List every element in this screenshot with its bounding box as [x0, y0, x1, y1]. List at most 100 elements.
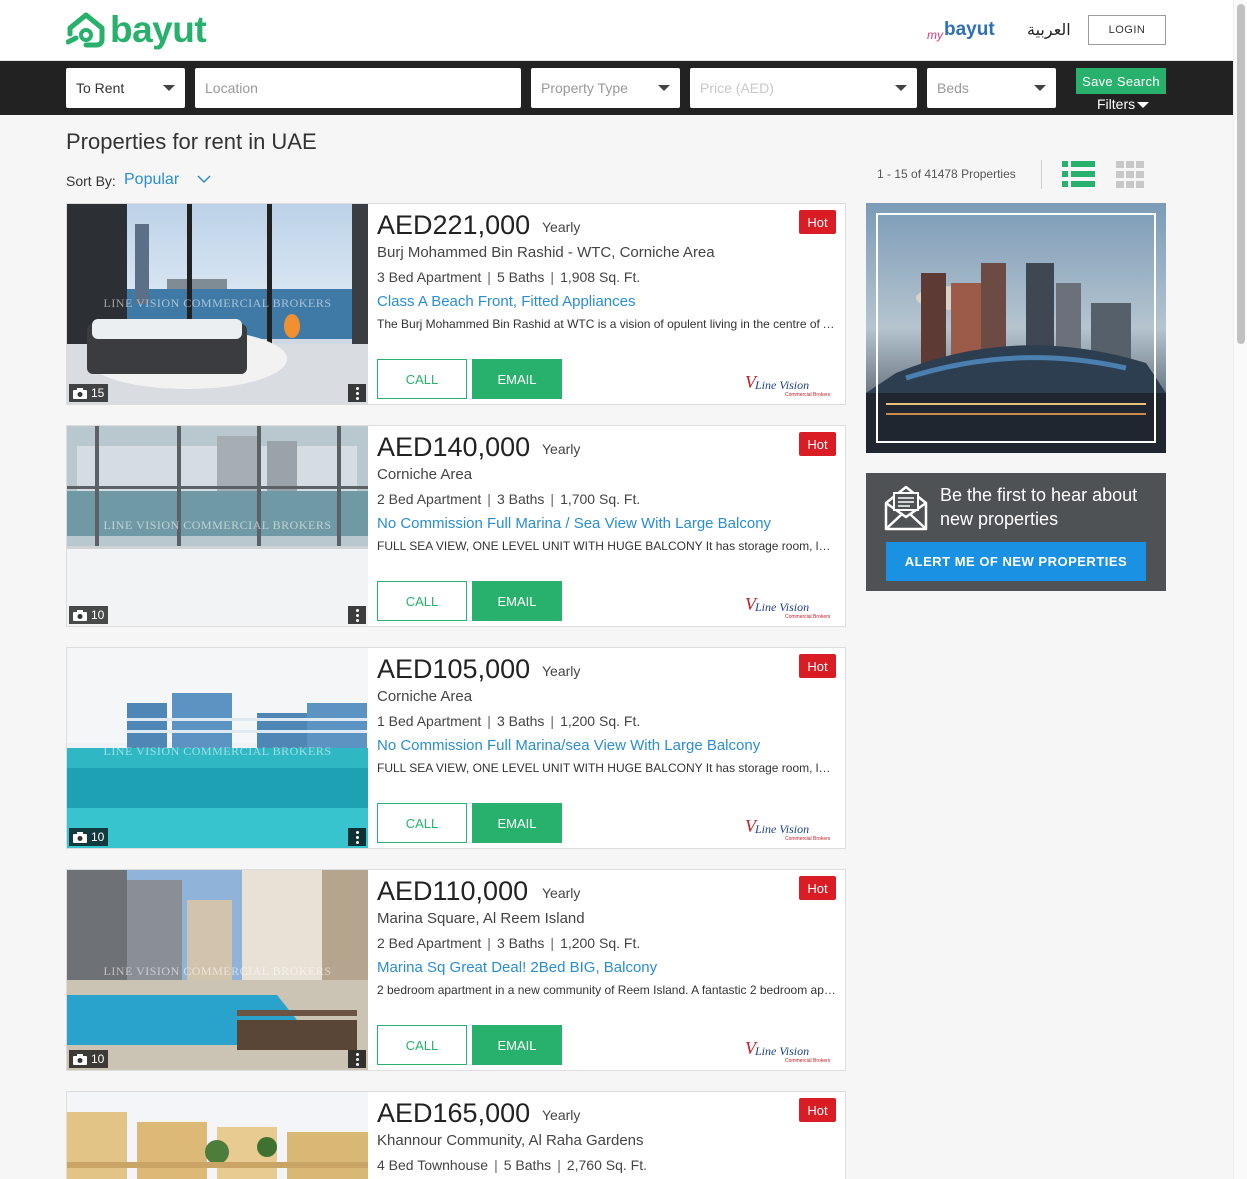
agency-name: Line Vision: [755, 378, 810, 392]
agency-sub: Commercial Brokers: [785, 614, 831, 620]
alert-me-button[interactable]: ALERT ME OF NEW PROPERTIES: [886, 542, 1146, 581]
listing-beds: 4 Bed Townhouse: [377, 1157, 489, 1173]
grid-view-icon[interactable]: [1116, 161, 1144, 188]
camera-icon: [73, 831, 87, 843]
purpose-select[interactable]: To Rent: [66, 68, 185, 108]
listing-photo[interactable]: LINE VISION COMMERCIAL BROKERS 15: [67, 204, 368, 404]
price-select[interactable]: Price (AED): [690, 68, 917, 108]
listing-area: 1,200 Sq. Ft.: [560, 713, 641, 729]
listing-headline[interactable]: No Commission Full Marina/sea View With …: [377, 737, 760, 754]
price-period: Yearly: [542, 219, 581, 235]
envelope-icon: [884, 485, 928, 531]
agency-logo[interactable]: V Line Vision Commercial Brokers: [745, 816, 837, 844]
listing-area: 1,700 Sq. Ft.: [560, 491, 641, 507]
bayut-logo[interactable]: bayut: [66, 9, 207, 50]
mybayut-link[interactable]: my bayut: [927, 18, 995, 42]
email-button[interactable]: EMAIL: [472, 581, 562, 621]
listing-card[interactable]: AED165,000 Yearly Hot Khannour Community…: [66, 1091, 846, 1179]
listing-description: FULL SEA VIEW, ONE LEVEL UNIT WITH HUGE …: [377, 539, 837, 553]
more-options-icon[interactable]: [348, 828, 366, 846]
listing-specs: 1 Bed Apartment | 3 Baths | 1,200 Sq. Ft.: [377, 713, 641, 729]
listing-price: AED105,000: [377, 654, 531, 684]
result-count: 1 - 15 of 41478 Properties: [877, 167, 1016, 181]
listing-card[interactable]: LINE VISION COMMERCIAL BROKERS 15 AED221…: [66, 203, 846, 405]
listing-beds: 1 Bed Apartment: [377, 713, 482, 729]
chevron-down-icon: [1034, 85, 1046, 91]
chevron-down-icon[interactable]: [197, 172, 211, 186]
beds-select[interactable]: Beds: [927, 68, 1056, 108]
agency-logo[interactable]: V Line Vision Commercial Brokers: [745, 1038, 837, 1066]
login-button[interactable]: LOGIN: [1088, 15, 1166, 45]
logo-text: bayut: [110, 9, 207, 50]
listing-beds: 2 Bed Apartment: [377, 491, 482, 507]
price-period: Yearly: [542, 885, 581, 901]
scrollbar-thumb[interactable]: [1237, 4, 1245, 344]
listing-card[interactable]: LINE VISION COMMERCIAL BROKERS 10 AED105…: [66, 647, 846, 849]
hot-badge: Hot: [799, 210, 836, 234]
more-options-icon[interactable]: [348, 606, 366, 624]
camera-icon: [73, 387, 87, 399]
listing-card[interactable]: LINE VISION COMMERCIAL BROKERS 10 AED110…: [66, 869, 846, 1071]
listing-price: AED140,000: [377, 432, 531, 462]
listing-area: 2,760 Sq. Ft.: [566, 1157, 647, 1173]
agency-name: Line Vision: [755, 1044, 810, 1058]
listing-card[interactable]: LINE VISION COMMERCIAL BROKERS 10 AED140…: [66, 425, 846, 627]
listing-area: 1,200 Sq. Ft.: [560, 935, 641, 951]
email-button[interactable]: EMAIL: [472, 803, 562, 843]
call-button[interactable]: CALL: [377, 359, 467, 399]
photo-watermark: LINE VISION COMMERCIAL BROKERS: [103, 518, 332, 532]
listing-photo[interactable]: LINE VISION COMMERCIAL BROKERS 10: [67, 426, 368, 626]
hot-badge: Hot: [799, 654, 836, 678]
photo-watermark: LINE VISION COMMERCIAL BROKERS: [103, 744, 332, 758]
chevron-down-icon: [658, 85, 670, 91]
listing-headline[interactable]: Marina Sq Great Deal! 2Bed BIG, Balcony: [377, 959, 657, 976]
search-bar: To Rent Location Property Type Price (AE…: [0, 61, 1233, 115]
ad-banner[interactable]: [866, 203, 1166, 453]
chevron-down-icon: [895, 85, 907, 91]
hot-badge: Hot: [799, 876, 836, 900]
filters-label: Filters: [1097, 96, 1136, 112]
photo-count-badge: 10: [69, 1050, 109, 1068]
purpose-value: To Rent: [76, 80, 125, 96]
email-button[interactable]: EMAIL: [472, 359, 562, 399]
camera-icon: [73, 1053, 87, 1065]
listing-location: Khannour Community, Al Raha Gardens: [377, 1132, 644, 1149]
sort-dropdown[interactable]: Popular: [124, 171, 179, 189]
property-alert-box: Be the first to hear about new propertie…: [866, 473, 1166, 591]
location-input[interactable]: Location: [195, 68, 521, 108]
list-view-icon[interactable]: [1062, 161, 1095, 188]
agency-sub: Commercial Brokers: [785, 392, 831, 398]
photo-count-badge: 10: [69, 828, 109, 846]
listing-headline[interactable]: No Commission Full Marina / Sea View Wit…: [377, 515, 771, 532]
listing-headline[interactable]: Class A Beach Front, Fitted Appliances: [377, 293, 635, 310]
listing-photo[interactable]: [67, 1092, 368, 1179]
location-placeholder: Location: [205, 80, 258, 96]
call-button[interactable]: CALL: [377, 581, 467, 621]
listing-area: 1,908 Sq. Ft.: [560, 269, 641, 285]
page-scrollbar[interactable]: [1233, 0, 1247, 1179]
listing-baths: 3 Baths: [496, 713, 545, 729]
photo-count: 10: [91, 608, 105, 622]
listing-location: Corniche Area: [377, 688, 473, 705]
listing-specs: 4 Bed Townhouse | 5 Baths | 2,760 Sq. Ft.: [377, 1157, 647, 1173]
more-options-icon[interactable]: [348, 384, 366, 402]
page-title: Properties for rent in UAE: [66, 129, 317, 154]
property-type-select[interactable]: Property Type: [531, 68, 680, 108]
home-icon: [66, 12, 105, 48]
property-type-value: Property Type: [541, 80, 628, 96]
alert-text: Be the first to hear about new propertie…: [940, 485, 1138, 529]
listing-photo[interactable]: LINE VISION COMMERCIAL BROKERS 10: [67, 870, 368, 1070]
language-toggle[interactable]: العربية: [1027, 19, 1071, 43]
agency-logo[interactable]: V Line Vision Commercial Brokers: [745, 372, 837, 400]
save-search-button[interactable]: Save Search: [1076, 68, 1166, 94]
listing-photo[interactable]: LINE VISION COMMERCIAL BROKERS 10: [67, 648, 368, 848]
call-button[interactable]: CALL: [377, 1025, 467, 1065]
more-options-icon[interactable]: [348, 1050, 366, 1068]
mybayut-brand: bayut: [944, 19, 995, 40]
email-button[interactable]: EMAIL: [472, 1025, 562, 1065]
agency-logo[interactable]: V Line Vision Commercial Brokers: [745, 594, 837, 622]
filters-toggle[interactable]: Filters: [1097, 96, 1150, 112]
call-button[interactable]: CALL: [377, 803, 467, 843]
price-period: Yearly: [542, 663, 581, 679]
divider: [1041, 160, 1042, 189]
